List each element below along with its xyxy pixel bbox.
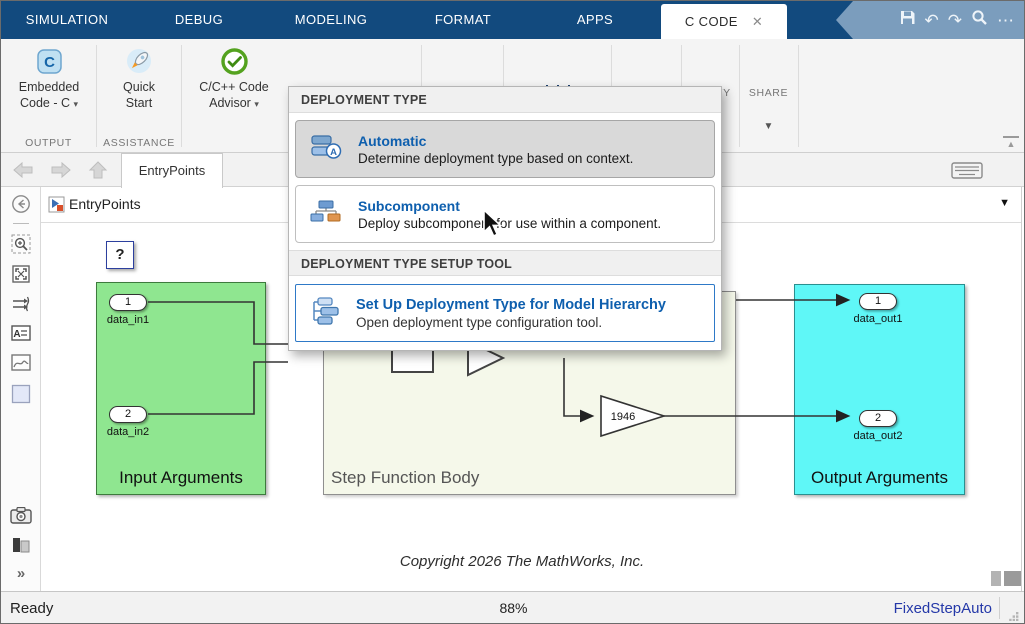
- menu-item-setup-hierarchy[interactable]: Set Up Deployment Type for Model Hierarc…: [295, 284, 715, 342]
- status-divider: [999, 597, 1000, 619]
- scrollbar-piece[interactable]: [1004, 571, 1021, 586]
- outport-2[interactable]: 2: [859, 410, 897, 427]
- quick-start-icon: [98, 43, 180, 75]
- tab-c-code-label: C CODE: [685, 14, 738, 29]
- inport-2-label: data_in2: [89, 426, 167, 438]
- tab-format[interactable]: FORMAT: [397, 1, 529, 39]
- search-icon[interactable]: [971, 9, 988, 31]
- quick-start-button[interactable]: Quick Start: [98, 43, 180, 111]
- fit-to-view-icon[interactable]: [1, 264, 41, 284]
- outport-2-label: data_out2: [839, 430, 917, 442]
- section-label-share: SHARE: [739, 87, 798, 99]
- menu-item-subcomponent-desc: Deploy subcomponent for use within a com…: [358, 216, 661, 231]
- section-label-output: OUTPUT: [1, 137, 96, 149]
- code-advisor-icon: [183, 43, 285, 75]
- image-icon[interactable]: [1, 354, 41, 371]
- embedded-code-label2: Code - C: [20, 96, 70, 110]
- status-bar: Ready 88% FixedStepAuto: [1, 591, 1025, 624]
- tab-apps[interactable]: APPS: [529, 1, 661, 39]
- model-badge-icon: [48, 196, 65, 218]
- zoom-level: 88%: [499, 600, 527, 616]
- section-label-assistance: ASSISTANCE: [97, 137, 181, 149]
- tab-modeling[interactable]: MODELING: [265, 1, 397, 39]
- more-options-icon[interactable]: ⋯: [997, 12, 1014, 29]
- quick-start-label1: Quick: [123, 80, 155, 94]
- ribbon-divider: [96, 45, 97, 147]
- more-tools-icon[interactable]: »: [1, 565, 41, 582]
- chevron-down-icon: ▾: [73, 99, 78, 109]
- tab-debug[interactable]: DEBUG: [133, 1, 265, 39]
- menu-item-automatic-desc: Determine deployment type based on conte…: [358, 151, 633, 166]
- menu-item-setup-desc: Open deployment type configuration tool.: [356, 315, 666, 330]
- forward-icon[interactable]: [49, 160, 73, 185]
- quick-access-toolbar: ↶ ↷ ⋯: [836, 1, 1025, 39]
- signal-routing-icon[interactable]: [1, 294, 41, 314]
- embedded-code-label1: Embedded: [19, 80, 79, 94]
- menu-section-deployment-type: DEPLOYMENT TYPE: [289, 87, 721, 113]
- tab-simulation[interactable]: SIMULATION: [1, 1, 133, 39]
- ribbon-divider: [798, 45, 799, 147]
- screenshot-icon[interactable]: [1, 507, 41, 524]
- area-box-icon[interactable]: [1, 384, 41, 404]
- document-tab-entrypoints[interactable]: EntryPoints: [121, 153, 223, 188]
- viewmarks-icon[interactable]: [1, 537, 41, 555]
- outport-1[interactable]: 1: [859, 293, 897, 310]
- panel-edge: [1021, 187, 1022, 591]
- code-advisor-button[interactable]: C/C++ Code Advisor ▾: [183, 43, 285, 112]
- solver-name[interactable]: FixedStepAuto: [894, 600, 992, 617]
- svg-text:C: C: [44, 54, 55, 71]
- subcomponent-icon: [310, 198, 342, 231]
- keyboard-icon[interactable]: [951, 162, 983, 184]
- copyright-annotation: Copyright 2026 The MathWorks, Inc.: [282, 553, 762, 570]
- up-icon[interactable]: [87, 160, 109, 185]
- menu-item-automatic-title: Automatic: [358, 133, 633, 149]
- inport-1-label: data_in1: [89, 314, 167, 326]
- hide-browser-icon[interactable]: [1, 194, 41, 214]
- unknown-block[interactable]: ?: [106, 241, 134, 269]
- save-icon[interactable]: [899, 9, 916, 31]
- status-message: Ready: [10, 600, 53, 617]
- menu-item-setup-title: Set Up Deployment Type for Model Hierarc…: [356, 297, 666, 313]
- chevron-down-icon: ▾: [254, 99, 259, 109]
- code-advisor-label2: Advisor: [209, 96, 251, 110]
- undo-icon[interactable]: ↶: [925, 12, 939, 29]
- inport-1[interactable]: 1: [109, 294, 147, 311]
- input-arguments-title: Input Arguments: [96, 468, 266, 488]
- redo-icon[interactable]: ↷: [948, 12, 962, 29]
- back-icon[interactable]: [11, 160, 35, 185]
- annotation-icon[interactable]: A: [1, 324, 41, 342]
- mouse-cursor: [482, 209, 506, 244]
- collapse-ribbon-icon[interactable]: ▲: [1003, 136, 1019, 149]
- share-dropdown-icon[interactable]: ▼: [739, 121, 798, 132]
- outport-1-label: data_out1: [839, 313, 917, 325]
- embedded-code-button[interactable]: C Embedded Code - C ▾: [3, 43, 95, 112]
- titlebar: SIMULATION DEBUG MODELING FORMAT APPS C …: [1, 1, 1025, 39]
- inport-2[interactable]: 2: [109, 406, 147, 423]
- resize-grip[interactable]: [1009, 608, 1019, 618]
- quick-start-label2: Start: [126, 96, 152, 110]
- breadcrumb-dropdown-icon[interactable]: ▼: [999, 197, 1010, 209]
- ribbon-divider: [181, 45, 182, 147]
- svg-text:A: A: [13, 329, 20, 340]
- step-function-body-title: Step Function Body: [331, 468, 551, 488]
- simulink-window: SIMULATION DEBUG MODELING FORMAT APPS C …: [0, 0, 1025, 624]
- palette-divider: [13, 223, 29, 224]
- left-palette: A »: [1, 187, 41, 591]
- tab-c-code-active[interactable]: C CODE ✕: [661, 4, 787, 39]
- close-tab-icon[interactable]: ✕: [752, 14, 763, 30]
- automatic-icon: A: [310, 133, 342, 166]
- menu-item-automatic[interactable]: A Automatic Determine deployment type ba…: [295, 120, 715, 178]
- model-hierarchy-icon: [310, 296, 340, 331]
- code-advisor-label1: C/C++ Code: [199, 80, 268, 94]
- menu-section-setup-tool: DEPLOYMENT TYPE SETUP TOOL: [289, 250, 721, 276]
- scrollbar-piece[interactable]: [991, 571, 1001, 586]
- output-arguments-title: Output Arguments: [794, 468, 965, 488]
- zoom-region-icon[interactable]: [1, 234, 41, 254]
- breadcrumb-model-name[interactable]: EntryPoints: [69, 196, 141, 212]
- svg-text:A: A: [330, 147, 337, 158]
- embedded-code-icon: C: [3, 43, 95, 75]
- menu-item-subcomponent-title: Subcomponent: [358, 198, 661, 214]
